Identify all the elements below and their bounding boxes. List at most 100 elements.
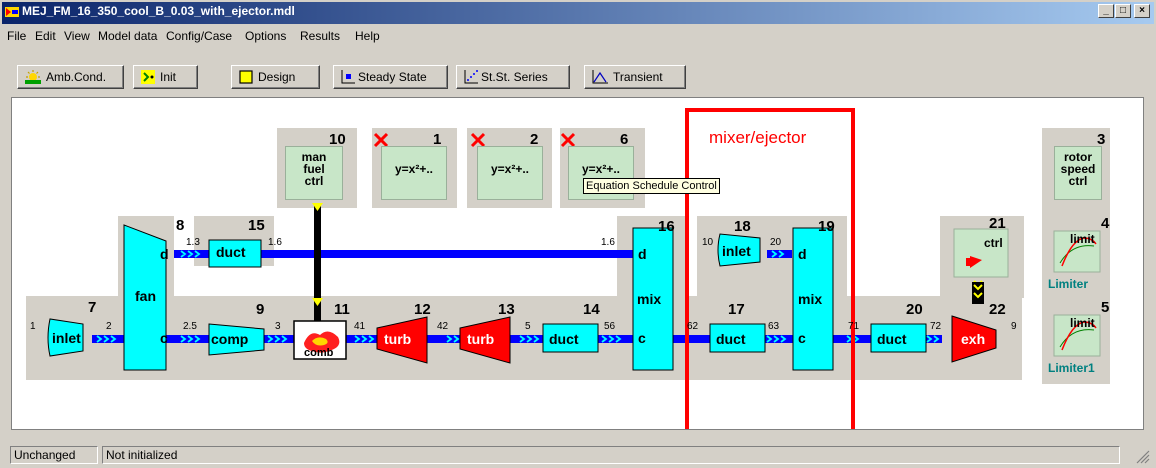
eq6-label: y=x²+.. [581, 162, 621, 176]
mix16-label[interactable]: mix [637, 291, 661, 307]
comp9-number: 9 [256, 301, 265, 318]
station-10: 10 [702, 237, 714, 248]
station-1-6a: 1.6 [268, 237, 282, 248]
eq1-box[interactable]: y=x²+.. [381, 146, 447, 200]
station-41: 41 [354, 321, 366, 332]
station-1-3: 1.3 [186, 237, 200, 248]
maximize-button[interactable]: □ [1115, 4, 1131, 18]
mix16-c-port: c [638, 330, 646, 346]
exh22-number: 22 [989, 301, 1006, 318]
app-icon [5, 7, 19, 17]
station-1: 1 [30, 321, 36, 332]
menu-options[interactable]: Options [245, 29, 286, 43]
mix16-number: 16 [658, 218, 675, 235]
ctrl3-number: 3 [1097, 131, 1106, 148]
status-panel-changes: Unchanged [10, 446, 98, 464]
duct17-number: 17 [728, 301, 745, 318]
ctrl10-number: 10 [329, 131, 346, 148]
ctrl3-box[interactable]: rotor speed ctrl [1054, 146, 1102, 200]
duct17-label[interactable]: duct [716, 331, 746, 347]
comb11-label[interactable]: comb [304, 347, 333, 359]
station-2-5: 2.5 [183, 321, 197, 332]
inlet7-number: 7 [88, 299, 97, 316]
eq2-label: y=x²+.. [490, 162, 530, 176]
station-2: 2 [106, 321, 112, 332]
sun-icon [25, 70, 41, 84]
turb12-label[interactable]: turb [384, 331, 411, 347]
turb13-label[interactable]: turb [467, 331, 494, 347]
amb-cond-button[interactable]: Amb.Cond. [17, 65, 124, 89]
mix19-d-port: d [798, 246, 807, 262]
ctrl21-label[interactable]: ctrl [984, 236, 1003, 250]
mix19-c-port: c [798, 330, 806, 346]
fan8-c-port: c [160, 330, 168, 346]
ctrl21-number: 21 [989, 215, 1006, 232]
comb11-number: 11 [334, 301, 350, 318]
eq1-label: y=x²+.. [394, 162, 434, 176]
station-71: 71 [848, 321, 860, 332]
duct20-label[interactable]: duct [877, 331, 907, 347]
ctrl10-box[interactable]: man fuel ctrl [285, 146, 343, 200]
st-st-series-button[interactable]: St.St. Series [456, 65, 570, 89]
transient-icon [592, 70, 608, 84]
duct20-number: 20 [906, 301, 923, 318]
close-button[interactable]: × [1134, 4, 1150, 18]
inlet18-label[interactable]: inlet [722, 243, 751, 259]
menu-view[interactable]: View [64, 29, 90, 43]
st-st-series-label: St.St. Series [481, 70, 548, 84]
fan8-number: 8 [176, 217, 185, 234]
station-20: 20 [770, 237, 782, 248]
steady-state-button[interactable]: Steady State [333, 65, 448, 89]
transient-button[interactable]: Transient [584, 65, 686, 89]
init-label: Init [160, 70, 177, 84]
station-9: 9 [1011, 321, 1017, 332]
mixer-ejector-annotation: mixer/ejector [709, 128, 807, 147]
menu-edit[interactable]: Edit [35, 29, 56, 43]
ctrl3-label: rotor speed ctrl [1060, 150, 1096, 188]
init-button[interactable]: Init [133, 65, 198, 89]
resize-grip-icon[interactable] [1136, 450, 1150, 464]
station-72: 72 [930, 321, 942, 332]
init-icon [141, 70, 155, 84]
point-icon [341, 70, 355, 84]
duct15-number: 15 [248, 217, 265, 234]
transient-label: Transient [613, 70, 663, 84]
model-canvas[interactable]: 7 inlet 8 fan d c 15 duct 9 comp 11 comb… [11, 97, 1144, 430]
comp9-label[interactable]: comp [211, 331, 248, 347]
menu-model-data[interactable]: Model data [98, 29, 157, 43]
menu-bar: File Edit View Model data Config/Case Op… [2, 26, 1154, 46]
turb13-number: 13 [498, 301, 515, 318]
design-label: Design [258, 70, 296, 84]
lim4-label[interactable]: limit [1070, 232, 1095, 246]
duct14-label[interactable]: duct [549, 331, 579, 347]
eq6-number: 6 [620, 131, 629, 148]
station-56: 56 [604, 321, 616, 332]
eq1-number: 1 [433, 131, 442, 148]
inlet7-label[interactable]: inlet [52, 330, 81, 346]
lim5-label[interactable]: limit [1070, 316, 1095, 330]
design-button[interactable]: Design [231, 65, 320, 89]
mix19-label[interactable]: mix [798, 291, 822, 307]
station-42: 42 [437, 321, 449, 332]
menu-file[interactable]: File [7, 29, 26, 43]
lim4-caption: Limiter [1048, 277, 1089, 291]
menu-results[interactable]: Results [300, 29, 340, 43]
station-5: 5 [525, 321, 531, 332]
steady-state-label: Steady State [358, 70, 427, 84]
fan8-d-port: d [160, 246, 169, 262]
menu-help[interactable]: Help [355, 29, 380, 43]
duct15-label[interactable]: duct [216, 244, 246, 260]
lim4-number: 4 [1101, 215, 1110, 232]
station-3: 3 [275, 321, 281, 332]
eq2-box[interactable]: y=x²+.. [477, 146, 543, 200]
inlet18-number: 18 [734, 218, 751, 235]
menu-config-case[interactable]: Config/Case [166, 29, 232, 43]
exh22-label[interactable]: exh [961, 331, 985, 347]
fan8-label[interactable]: fan [135, 288, 156, 304]
mix19-number: 19 [818, 218, 835, 235]
window-title: MEJ_FM_16_350_cool_B_0.03_with_ejector.m… [22, 4, 295, 18]
lim5-caption: Limiter1 [1048, 361, 1095, 375]
minimize-button[interactable]: _ [1098, 4, 1114, 18]
turb12-number: 12 [414, 301, 431, 318]
series-icon [464, 70, 478, 84]
